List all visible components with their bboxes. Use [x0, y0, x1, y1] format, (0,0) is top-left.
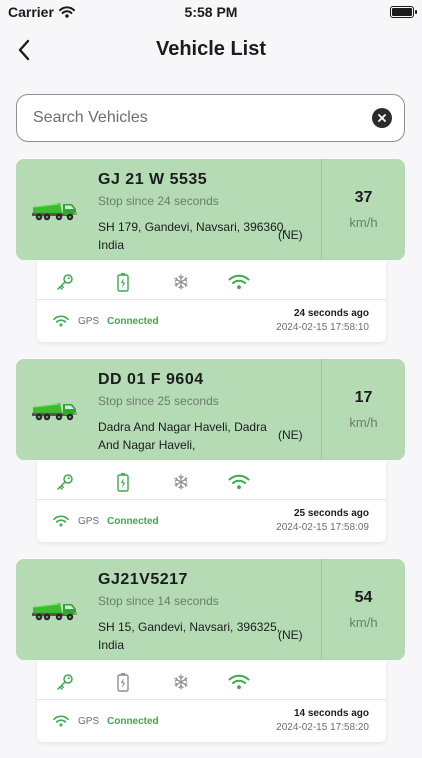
gps-row: GPS Connected 24 seconds ago 2024-02-15 … [37, 300, 386, 342]
wifi-signal-icon [227, 670, 251, 694]
vehicle-plate: GJ 21 W 5535 [98, 171, 208, 188]
gps-label: GPS [78, 716, 100, 727]
vehicle-card[interactable]: GJ21V5217 Stop since 14 seconds SH 15, G… [0, 558, 422, 758]
vehicle-direction: (NE) [278, 628, 303, 642]
clock: 5:58 PM [184, 4, 238, 20]
gps-label: GPS [78, 516, 100, 527]
gps-status: Connected [107, 316, 159, 327]
battery-status-icon [111, 470, 135, 494]
vehicle-address: SH 179, Gandevi, Navsari, 396360, India [98, 220, 287, 252]
ignition-key-icon [53, 670, 77, 694]
snowflake-icon [169, 470, 193, 494]
vehicle-speed: 17 [354, 389, 373, 406]
vehicle-card[interactable]: DD 01 F 9604 Stop since 25 seconds Dadra… [0, 358, 422, 558]
battery-status-icon [111, 270, 135, 294]
vehicle-plate: DD 01 F 9604 [98, 371, 204, 388]
vehicle-indicators [37, 260, 386, 300]
battery-icon [390, 6, 417, 18]
vehicle-direction: (NE) [278, 428, 303, 442]
truck-icon [32, 403, 77, 421]
vehicle-status: Stop since 14 seconds [98, 594, 219, 608]
page-title: Vehicle List [155, 38, 267, 60]
truck-icon [32, 603, 77, 621]
vehicle-card[interactable]: GJ 21 W 5535 Stop since 24 seconds SH 17… [0, 158, 422, 358]
vehicle-card-header[interactable]: DD 01 F 9604 Stop since 25 seconds Dadra… [16, 359, 405, 460]
vehicle-card-header[interactable]: GJ 21 W 5535 Stop since 24 seconds SH 17… [16, 159, 405, 260]
vehicle-status: Stop since 24 seconds [98, 194, 219, 208]
vehicle-card-details: GPS Connected 24 seconds ago 2024-02-15 … [37, 260, 386, 342]
gps-row: GPS Connected 25 seconds ago 2024-02-15 … [37, 500, 386, 542]
last-update-ago: 25 seconds ago [293, 508, 369, 519]
vehicle-card-header[interactable]: GJ21V5217 Stop since 14 seconds SH 15, G… [16, 559, 405, 660]
gps-status: Connected [107, 716, 159, 727]
gps-row: GPS Connected 14 seconds ago 2024-02-15 … [37, 700, 386, 742]
close-icon [378, 114, 386, 122]
nav-bar: Vehicle List [0, 30, 422, 70]
speed-unit: km/h [349, 215, 378, 230]
vehicle-indicators [37, 460, 386, 500]
gps-status: Connected [107, 516, 159, 527]
vehicle-indicators [37, 660, 386, 700]
battery-status-icon [111, 670, 135, 694]
last-update-timestamp: 2024-02-15 17:58:10 [276, 322, 369, 333]
gps-signal-icon [53, 315, 69, 327]
gps-signal-icon [53, 515, 69, 527]
divider [321, 159, 322, 260]
vehicle-speed: 54 [354, 589, 373, 606]
divider [321, 559, 322, 660]
vehicle-card-details: GPS Connected 14 seconds ago 2024-02-15 … [37, 660, 386, 742]
speed-unit: km/h [349, 415, 378, 430]
status-bar: Carrier 5:58 PM [0, 0, 422, 26]
last-update-ago: 24 seconds ago [293, 308, 369, 319]
ignition-key-icon [53, 470, 77, 494]
vehicle-address: Dadra And Nagar Haveli, Dadra And Nagar … [98, 420, 267, 452]
wifi-signal-icon [227, 270, 251, 294]
search-bar [16, 94, 405, 142]
snowflake-icon [169, 270, 193, 294]
clear-search-button[interactable] [372, 108, 392, 128]
gps-label: GPS [78, 316, 100, 327]
wifi-signal-icon [227, 470, 251, 494]
vehicle-address: SH 15, Gandevi, Navsari, 396325, India [98, 620, 281, 652]
speed-unit: km/h [349, 615, 378, 630]
vehicle-direction: (NE) [278, 228, 303, 242]
vehicle-status: Stop since 25 seconds [98, 394, 219, 408]
vehicle-plate: GJ21V5217 [98, 571, 188, 588]
search-input[interactable] [33, 95, 363, 141]
last-update-ago: 14 seconds ago [293, 708, 369, 719]
vehicle-speed: 37 [354, 189, 373, 206]
vehicle-list: GJ 21 W 5535 Stop since 24 seconds SH 17… [0, 158, 422, 758]
truck-icon [32, 203, 77, 221]
gps-signal-icon [53, 715, 69, 727]
ignition-key-icon [53, 270, 77, 294]
divider [321, 359, 322, 460]
last-update-timestamp: 2024-02-15 17:58:20 [276, 722, 369, 733]
last-update-timestamp: 2024-02-15 17:58:09 [276, 522, 369, 533]
vehicle-card-details: GPS Connected 25 seconds ago 2024-02-15 … [37, 460, 386, 542]
snowflake-icon [169, 670, 193, 694]
